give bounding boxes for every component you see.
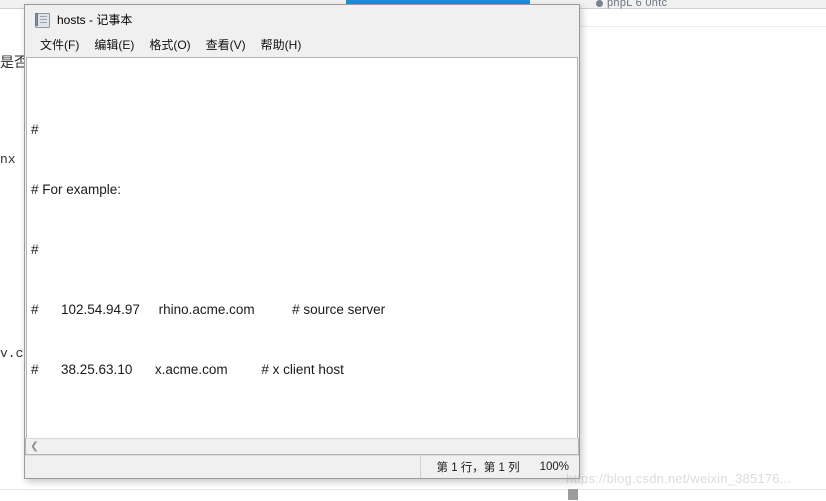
text-line: # bbox=[31, 242, 39, 257]
text-editor-area[interactable]: # # For example: # # 102.54.94.97 rhino.… bbox=[26, 57, 578, 438]
bottom-strip-marker bbox=[568, 489, 578, 500]
text-line: # 38.25.63.10 x.acme.com # x client host bbox=[31, 362, 344, 377]
horizontal-scrollbar[interactable]: ❮ bbox=[25, 438, 579, 455]
notepad-icon bbox=[34, 11, 50, 28]
scroll-left-arrow-icon[interactable]: ❮ bbox=[26, 439, 43, 454]
menu-item-view[interactable]: 查看(V) bbox=[199, 34, 254, 56]
status-cursor-position: 第 1 行，第 1 列 bbox=[419, 456, 534, 478]
menu-item-help[interactable]: 帮助(H) bbox=[254, 34, 310, 56]
menu-item-format[interactable]: 格式(O) bbox=[142, 34, 198, 56]
menu-bar[interactable]: 文件(F) 编辑(E) 格式(O) 查看(V) 帮助(H) bbox=[25, 33, 579, 57]
notepad-window[interactable]: hosts - 记事本 文件(F) 编辑(E) 格式(O) 查看(V) 帮助(H… bbox=[24, 4, 580, 479]
text-editor-content[interactable]: # # For example: # # 102.54.94.97 rhino.… bbox=[31, 60, 577, 438]
status-zoom-level[interactable]: 100% bbox=[534, 458, 579, 476]
menu-item-file[interactable]: 文件(F) bbox=[33, 34, 87, 56]
menu-item-edit[interactable]: 编辑(E) bbox=[87, 34, 142, 56]
text-line: # 102.54.94.97 rhino.acme.com # source s… bbox=[31, 302, 386, 317]
background-browser-tab-title: phpL 6 0ntc bbox=[596, 0, 736, 9]
scrollbar-track[interactable] bbox=[43, 439, 578, 454]
title-bar[interactable]: hosts - 记事本 bbox=[25, 5, 579, 33]
background-text-fragment-2: nx bbox=[0, 152, 16, 167]
bottom-strip bbox=[0, 489, 826, 501]
text-line: # For example: bbox=[31, 182, 122, 197]
window-title: hosts - 记事本 bbox=[57, 12, 133, 27]
text-line: # bbox=[31, 122, 39, 137]
status-bar: 第 1 行，第 1 列 100% bbox=[25, 455, 579, 478]
favicon-icon bbox=[596, 0, 603, 7]
text-line bbox=[31, 420, 577, 438]
background-tab-label: phpL 6 0ntc bbox=[607, 0, 668, 9]
